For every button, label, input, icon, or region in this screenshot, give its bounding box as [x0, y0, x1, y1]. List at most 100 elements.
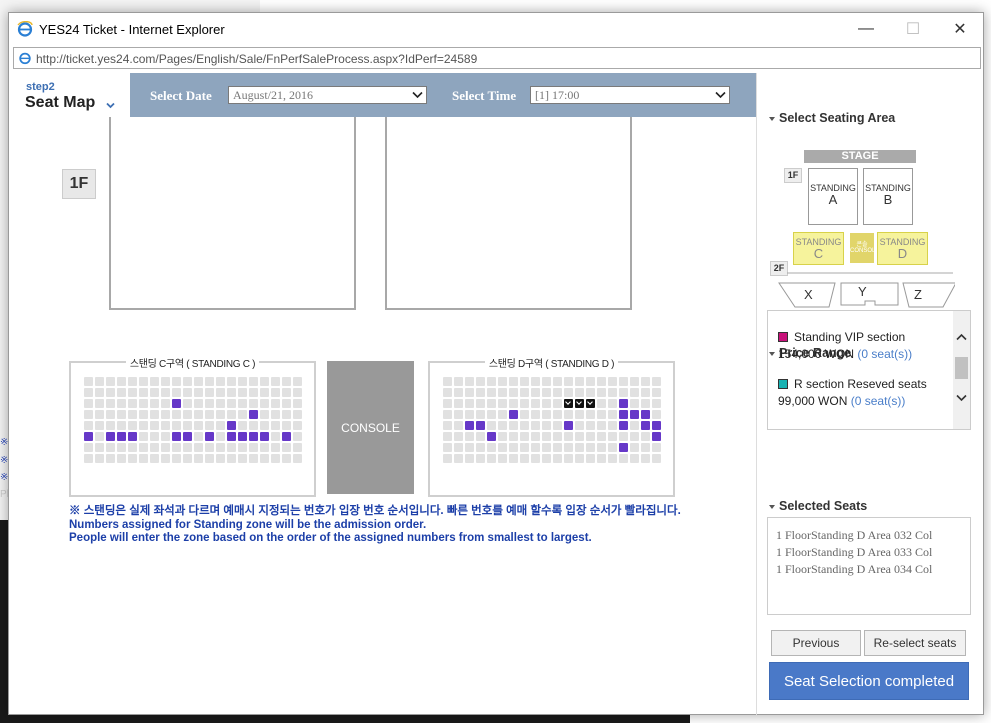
seat-available[interactable] — [487, 388, 496, 397]
seat-available[interactable] — [150, 421, 159, 430]
seat-available[interactable] — [161, 377, 170, 386]
seat-available[interactable] — [542, 421, 551, 430]
seat-available[interactable] — [95, 410, 104, 419]
seat-available[interactable] — [652, 399, 661, 408]
seat-available[interactable] — [542, 399, 551, 408]
select-date-dropdown[interactable]: August/21, 2016 — [228, 86, 427, 104]
seat-available[interactable] — [128, 410, 137, 419]
seat-available[interactable] — [553, 443, 562, 452]
seat-available[interactable] — [509, 432, 518, 441]
seat-available[interactable] — [216, 443, 225, 452]
seat-available[interactable] — [293, 432, 302, 441]
seat-available[interactable] — [293, 454, 302, 463]
seat-available[interactable] — [194, 388, 203, 397]
seat-available[interactable] — [161, 421, 170, 430]
seat-available[interactable] — [172, 388, 181, 397]
seat-available[interactable] — [641, 377, 650, 386]
seat-available[interactable] — [531, 399, 540, 408]
seat-available[interactable] — [117, 421, 126, 430]
seat-available[interactable] — [597, 388, 606, 397]
seat-available[interactable] — [260, 377, 269, 386]
seat-available[interactable] — [84, 443, 93, 452]
seat-available[interactable] — [597, 421, 606, 430]
seat-available[interactable] — [498, 377, 507, 386]
seat-available[interactable] — [128, 421, 137, 430]
seat-available[interactable] — [194, 421, 203, 430]
seat-available[interactable] — [128, 443, 137, 452]
chevron-down-icon[interactable] — [106, 101, 115, 110]
mini-block-y[interactable]: Y — [858, 284, 867, 299]
seat-available[interactable] — [630, 388, 639, 397]
seat-available[interactable] — [608, 421, 617, 430]
seat-available[interactable] — [498, 421, 507, 430]
seat-available[interactable] — [183, 443, 192, 452]
seat-available[interactable] — [271, 454, 280, 463]
seat-available[interactable] — [619, 377, 628, 386]
seat-available[interactable] — [216, 399, 225, 408]
seat-available[interactable] — [476, 388, 485, 397]
seat-available[interactable] — [608, 432, 617, 441]
seat-available[interactable] — [553, 432, 562, 441]
seat-available[interactable] — [498, 388, 507, 397]
seat-available[interactable] — [454, 377, 463, 386]
seat-available[interactable] — [531, 377, 540, 386]
seat-selected[interactable] — [564, 399, 573, 408]
seat-available[interactable] — [106, 388, 115, 397]
seat-available[interactable] — [117, 454, 126, 463]
seat-available[interactable] — [564, 443, 573, 452]
seat-available[interactable] — [227, 410, 236, 419]
seat-available[interactable] — [84, 377, 93, 386]
seat-available[interactable] — [575, 410, 584, 419]
seat-available[interactable] — [172, 421, 181, 430]
seat-available[interactable] — [161, 443, 170, 452]
seat-available[interactable] — [117, 399, 126, 408]
seat-available[interactable] — [520, 410, 529, 419]
seat-available[interactable] — [597, 399, 606, 408]
seat-available[interactable] — [106, 377, 115, 386]
seat-available[interactable] — [586, 410, 595, 419]
seat-available[interactable] — [443, 454, 452, 463]
seat-available[interactable] — [216, 410, 225, 419]
seat-available[interactable] — [531, 432, 540, 441]
seat-available[interactable] — [608, 388, 617, 397]
seat-available[interactable] — [95, 388, 104, 397]
seat-available[interactable] — [542, 443, 551, 452]
seat-available[interactable] — [271, 410, 280, 419]
seat-available[interactable] — [205, 421, 214, 430]
seat-available[interactable] — [282, 399, 291, 408]
seat-available[interactable] — [553, 388, 562, 397]
seat-available[interactable] — [216, 454, 225, 463]
seat-available[interactable] — [597, 443, 606, 452]
seat-available[interactable] — [630, 399, 639, 408]
seat-available[interactable] — [260, 410, 269, 419]
seat-available[interactable] — [487, 443, 496, 452]
seat-available[interactable] — [520, 421, 529, 430]
seat-available[interactable] — [194, 399, 203, 408]
seat-available[interactable] — [553, 377, 562, 386]
seat-available[interactable] — [465, 388, 474, 397]
seat-available[interactable] — [161, 410, 170, 419]
seat-available[interactable] — [260, 388, 269, 397]
seat-available[interactable] — [249, 443, 258, 452]
seat-available[interactable] — [293, 410, 302, 419]
seat-available[interactable] — [183, 454, 192, 463]
seat-available[interactable] — [465, 432, 474, 441]
seat-available[interactable] — [205, 454, 214, 463]
seat-available[interactable] — [117, 377, 126, 386]
seat-available[interactable] — [271, 399, 280, 408]
seat-available[interactable] — [95, 399, 104, 408]
seat-available[interactable] — [238, 377, 247, 386]
seat-available[interactable] — [454, 410, 463, 419]
seat-available[interactable] — [509, 454, 518, 463]
seat-available[interactable] — [194, 443, 203, 452]
seat-available[interactable] — [293, 377, 302, 386]
seat-selected[interactable] — [575, 399, 584, 408]
seat-available[interactable] — [205, 410, 214, 419]
seat-available[interactable] — [172, 410, 181, 419]
seat-available[interactable] — [476, 399, 485, 408]
seat-available[interactable] — [542, 410, 551, 419]
seat-available[interactable] — [630, 377, 639, 386]
seat-available[interactable] — [260, 421, 269, 430]
seat-available[interactable] — [84, 454, 93, 463]
seat-available[interactable] — [84, 421, 93, 430]
